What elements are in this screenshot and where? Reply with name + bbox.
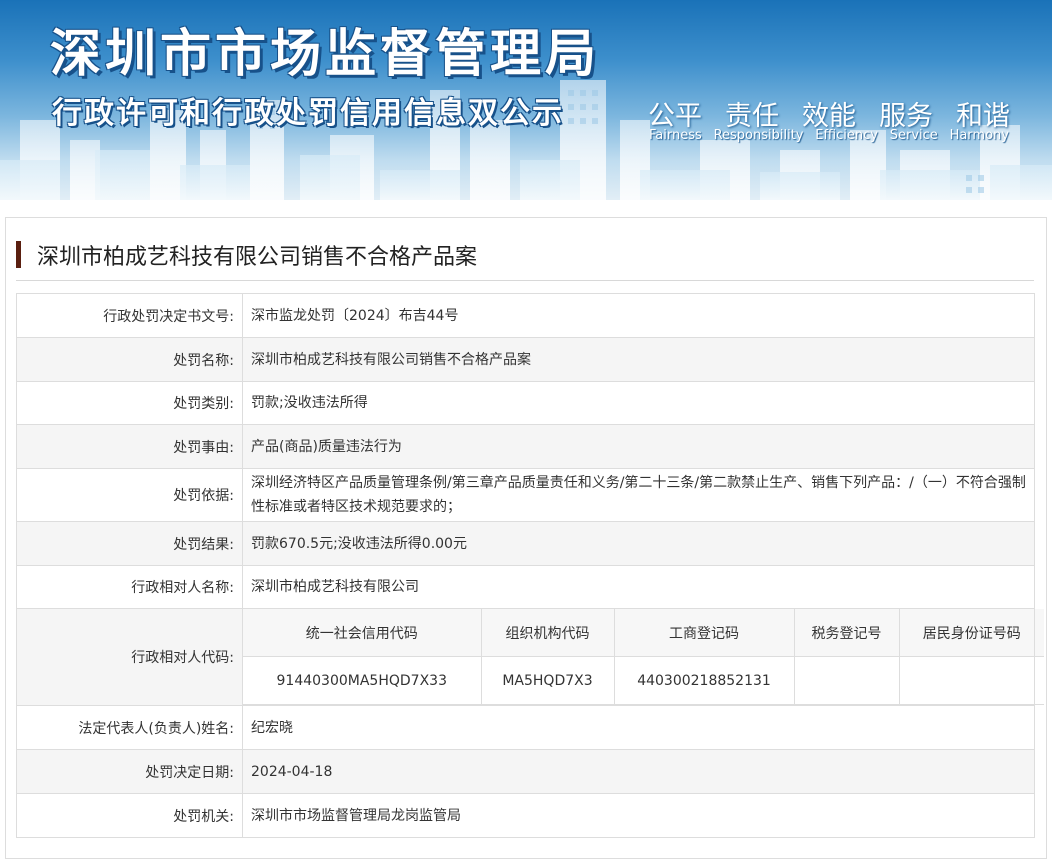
codes-header-business-reg: 工商登记码 xyxy=(613,609,794,657)
value-penalty-type: 罚款;没收违法所得 xyxy=(242,381,1035,425)
row-legal-rep: 法定代表人(负责人)姓名: 纪宏晓 xyxy=(16,705,1035,750)
agency-title: 深圳市市场监督管理局 xyxy=(50,25,601,84)
label-penalty-basis: 处罚依据: xyxy=(16,468,243,522)
value-penalty-result: 罚款670.5元;没收违法所得0.00元 xyxy=(242,521,1035,566)
label-authority: 处罚机关: xyxy=(16,793,243,838)
party-codes-cell: 统一社会信用代码 组织机构代码 工商登记码 税务登记号 居民身份证号码 9144… xyxy=(242,608,1044,706)
codes-value-row: 91440300MA5HQD7X33 MA5HQD7X3 44030021885… xyxy=(243,656,1044,705)
row-party-codes: 行政相对人代码: 统一社会信用代码 组织机构代码 工商登记码 税务登记号 居民身… xyxy=(16,608,1044,706)
codes-header-row: 统一社会信用代码 组织机构代码 工商登记码 税务登记号 居民身份证号码 xyxy=(243,609,1044,657)
slogan-en-fairness: Fairness xyxy=(649,128,702,143)
case-detail-panel: 深圳市柏成艺科技有限公司销售不合格产品案 行政处罚决定书文号: 深市监龙处罚〔2… xyxy=(5,217,1047,859)
label-legal-rep: 法定代表人(负责人)姓名: xyxy=(16,705,243,750)
banner-subtitle: 行政许可和行政处罚信用信息双公示 xyxy=(52,96,564,131)
codes-header-id-number: 居民身份证号码 xyxy=(898,609,1044,657)
title-accent-bar xyxy=(16,241,21,268)
codes-value-tax-reg xyxy=(793,656,899,705)
label-party-codes: 行政相对人代码: xyxy=(16,608,243,706)
row-penalty-type: 处罚类别: 罚款;没收违法所得 xyxy=(16,381,1035,425)
value-decision-no: 深市监龙处罚〔2024〕布吉44号 xyxy=(242,293,1035,338)
label-decision-no: 行政处罚决定书文号: xyxy=(16,293,243,338)
codes-value-business-reg: 440300218852131 xyxy=(613,656,794,705)
case-title: 深圳市柏成艺科技有限公司销售不合格产品案 xyxy=(37,245,478,270)
value-penalty-reason: 产品(商品)质量违法行为 xyxy=(242,424,1035,469)
row-penalty-result: 处罚结果: 罚款670.5元;没收违法所得0.00元 xyxy=(16,521,1035,566)
label-penalty-type: 处罚类别: xyxy=(16,381,243,425)
values-slogan-en: Fairness Responsibility Efficiency Servi… xyxy=(649,128,1009,143)
label-penalty-name: 处罚名称: xyxy=(16,337,243,382)
slogan-en-responsibility: Responsibility xyxy=(713,128,804,143)
codes-value-org-code: MA5HQD7X3 xyxy=(480,656,614,705)
case-title-header: 深圳市柏成艺科技有限公司销售不合格产品案 xyxy=(16,239,1034,281)
row-party-name: 行政相对人名称: 深圳市柏成艺科技有限公司 xyxy=(16,565,1035,609)
case-info-table: 行政处罚决定书文号: 深市监龙处罚〔2024〕布吉44号 处罚名称: 深圳市柏成… xyxy=(16,293,1044,838)
row-penalty-name: 处罚名称: 深圳市柏成艺科技有限公司销售不合格产品案 xyxy=(16,337,1035,382)
label-penalty-result: 处罚结果: xyxy=(16,521,243,566)
value-party-name: 深圳市柏成艺科技有限公司 xyxy=(242,565,1035,609)
label-decision-date: 处罚决定日期: xyxy=(16,749,243,794)
slogan-en-harmony: Harmony xyxy=(949,128,1009,143)
value-authority: 深圳市市场监督管理局龙岗监管局 xyxy=(242,793,1035,838)
row-authority: 处罚机关: 深圳市市场监督管理局龙岗监管局 xyxy=(16,793,1035,838)
row-decision-no: 行政处罚决定书文号: 深市监龙处罚〔2024〕布吉44号 xyxy=(16,293,1035,338)
label-party-name: 行政相对人名称: xyxy=(16,565,243,609)
value-penalty-name: 深圳市柏成艺科技有限公司销售不合格产品案 xyxy=(242,337,1035,382)
codes-value-credit-code: 91440300MA5HQD7X33 xyxy=(243,656,481,705)
codes-header-org-code: 组织机构代码 xyxy=(480,609,614,657)
site-banner: 深圳市市场监督管理局 行政许可和行政处罚信用信息双公示 公平 责任 效能 服务 … xyxy=(0,0,1052,200)
codes-header-tax-reg: 税务登记号 xyxy=(793,609,899,657)
codes-header-credit-code: 统一社会信用代码 xyxy=(243,609,481,657)
slogan-en-efficiency: Efficiency xyxy=(815,128,878,143)
value-penalty-basis: 深圳经济特区产品质量管理条例/第三章产品质量责任和义务/第二十三条/第二款禁止生… xyxy=(242,468,1035,522)
label-penalty-reason: 处罚事由: xyxy=(16,424,243,469)
row-penalty-basis: 处罚依据: 深圳经济特区产品质量管理条例/第三章产品质量责任和义务/第二十三条/… xyxy=(16,468,1035,522)
value-decision-date: 2024-04-18 xyxy=(242,749,1035,794)
party-codes-table: 统一社会信用代码 组织机构代码 工商登记码 税务登记号 居民身份证号码 9144… xyxy=(243,609,1044,705)
row-penalty-reason: 处罚事由: 产品(商品)质量违法行为 xyxy=(16,424,1035,469)
codes-value-id-number xyxy=(898,656,1044,705)
slogan-en-service: Service xyxy=(889,128,938,143)
row-decision-date: 处罚决定日期: 2024-04-18 xyxy=(16,749,1035,794)
value-legal-rep: 纪宏晓 xyxy=(242,705,1035,750)
